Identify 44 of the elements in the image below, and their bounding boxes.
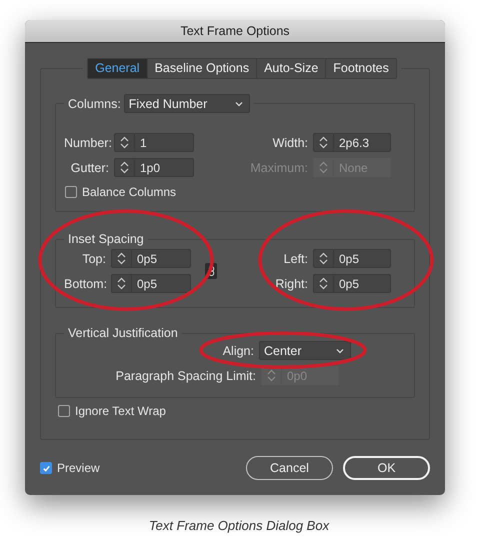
- chevron-down-icon: [336, 348, 344, 354]
- field-label: Columns:: [68, 96, 121, 110]
- stepper-icon[interactable]: [117, 252, 126, 265]
- figure-caption: Text Frame Options Dialog Box: [148, 518, 330, 533]
- checkbox-label: Balance Columns: [82, 185, 176, 199]
- checkbox-label: Ignore Text Wrap: [75, 404, 166, 418]
- field-label: Right:: [274, 276, 309, 290]
- field-label: Bottom:: [64, 276, 108, 290]
- stepper-icon[interactable]: [319, 136, 328, 149]
- group-title: Vertical Justification: [68, 326, 178, 340]
- field-label: Top:: [81, 252, 107, 266]
- window-title: Text Frame Options: [25, 20, 445, 43]
- checkbox[interactable]: [65, 186, 77, 198]
- dropdown[interactable]: Fixed Number: [124, 94, 250, 113]
- tab[interactable]: General: [88, 59, 147, 78]
- stepper-icon[interactable]: [117, 277, 126, 290]
- dropdown[interactable]: Center: [259, 341, 351, 360]
- chevron-down-icon: [234, 100, 243, 106]
- field-label: Paragraph Spacing Limit:: [116, 368, 256, 382]
- field-label: Number:: [64, 136, 113, 150]
- checkbox-label: Preview: [57, 461, 100, 475]
- stepper-icon[interactable]: [120, 161, 129, 174]
- field-label: Width:: [272, 136, 309, 150]
- stepper-icon[interactable]: [120, 136, 129, 149]
- dialog-button[interactable]: Cancel: [246, 456, 333, 480]
- field-label: Align:: [222, 344, 254, 358]
- checkbox[interactable]: [58, 405, 70, 417]
- number-field[interactable]: 1p0: [114, 158, 194, 177]
- number-field[interactable]: 0p5: [111, 249, 191, 268]
- number-field[interactable]: 0p5: [313, 274, 391, 293]
- stepper-icon[interactable]: [319, 252, 328, 265]
- field-label: Gutter:: [70, 160, 110, 174]
- stepper-icon[interactable]: [319, 277, 328, 290]
- checkbox[interactable]: [40, 462, 52, 474]
- number-field[interactable]: 1: [114, 133, 194, 152]
- tab[interactable]: Baseline Options: [146, 59, 256, 78]
- number-field[interactable]: 2p6.3: [313, 133, 391, 152]
- tab[interactable]: Footnotes: [325, 59, 396, 78]
- dialog-button[interactable]: OK: [343, 456, 430, 480]
- group-title: Inset Spacing: [68, 232, 144, 246]
- tab[interactable]: Auto-Size: [256, 59, 326, 78]
- number-field[interactable]: 0p5: [313, 249, 391, 268]
- field-label: Left:: [282, 252, 309, 266]
- number-field[interactable]: 0p5: [111, 274, 191, 293]
